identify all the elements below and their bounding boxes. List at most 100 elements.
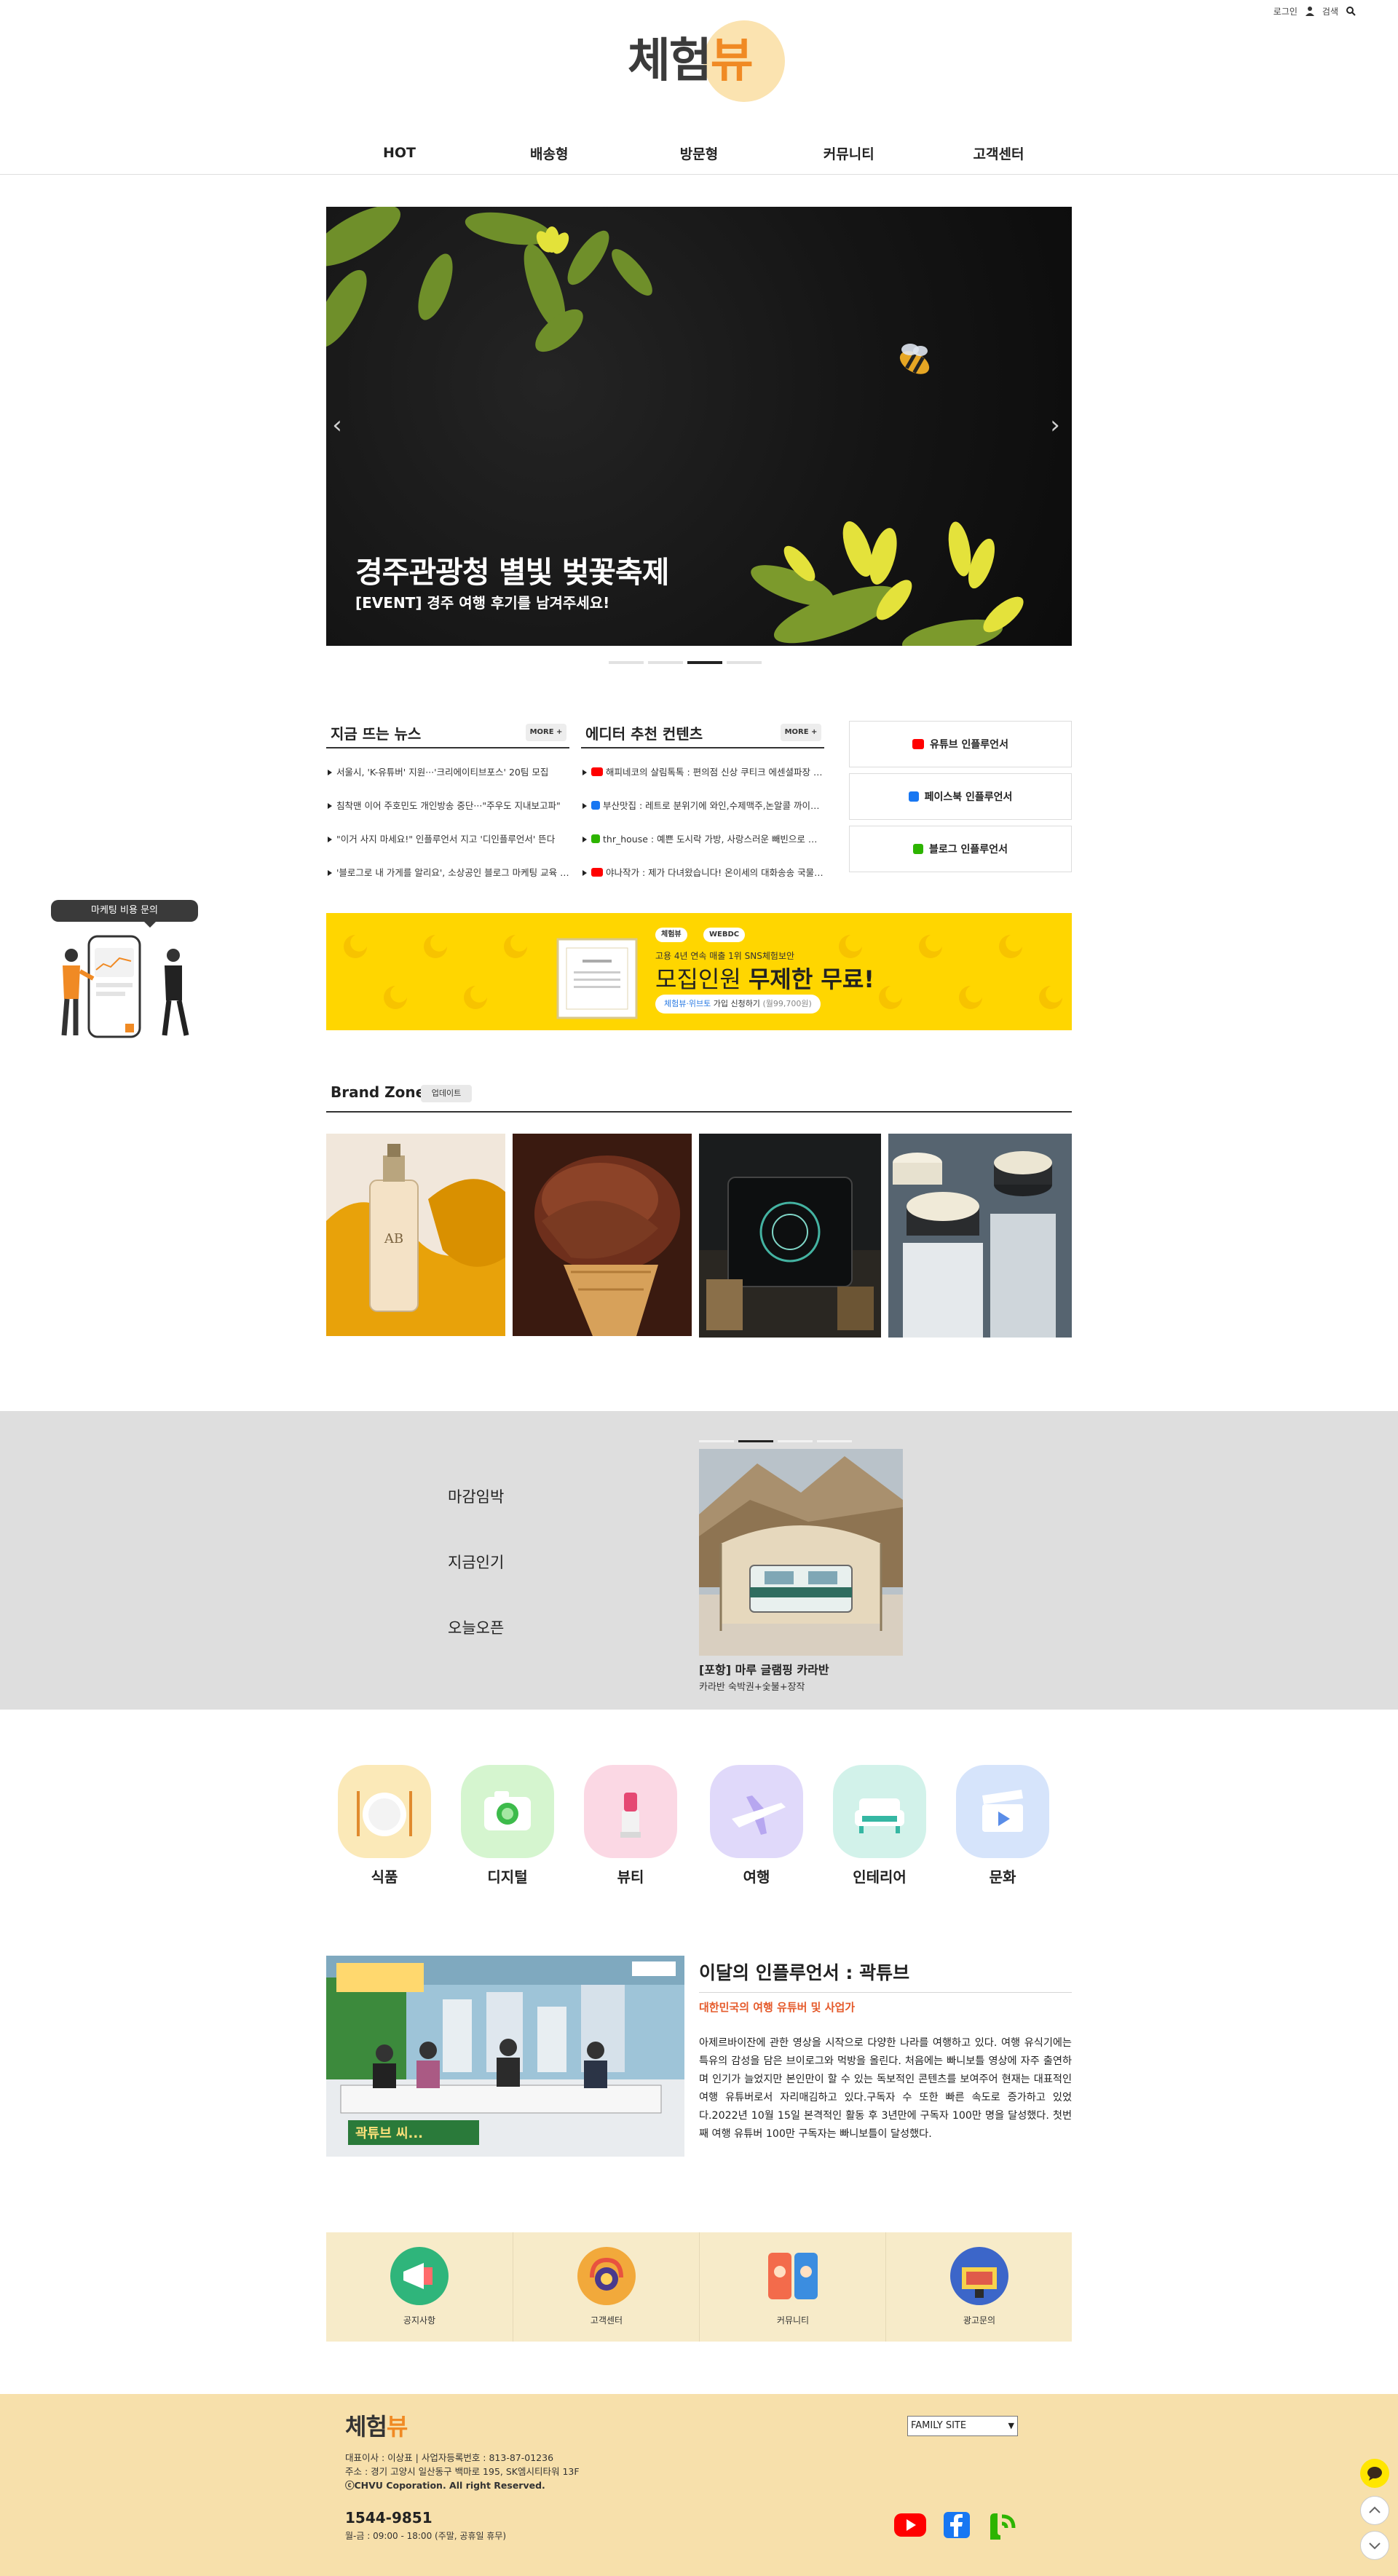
footer-copyright: ⓒCHVU Coporation. All right Reserved. xyxy=(345,2480,545,2491)
marketing-inquiry-label: 마케팅 비용 문의 xyxy=(51,900,198,928)
editor-item[interactable]: 야나작가 : 제가 다녀왔습니다! 온이세의 대화송송 국물요리 xyxy=(581,856,824,890)
footer-hours: 월-금 : 09:00 - 18:00 (주말, 공휴일 휴무) xyxy=(345,2531,507,2541)
banner-badge-chehumview: 체험뷰 xyxy=(655,928,687,942)
chevron-down-icon xyxy=(1369,2543,1381,2550)
category-label: 뷰티 xyxy=(617,1868,644,1886)
marketing-inquiry-float[interactable]: 마케팅 비용 문의 xyxy=(50,900,200,1043)
facebook-influencer-label: 페이스북 인플루언서 xyxy=(924,791,1013,803)
hero-prev-arrow[interactable]: ‹ xyxy=(326,403,348,447)
chat-icon xyxy=(1367,2467,1382,2481)
nav-item-delivery[interactable]: 배송형 xyxy=(475,143,624,163)
influencer-image-caption: 곽튜브 씨... xyxy=(355,2126,423,2141)
nav-item-hot[interactable]: HOT xyxy=(325,145,474,161)
quick-menu-ad[interactable]: 광고문의 xyxy=(885,2232,1072,2342)
camera-icon xyxy=(461,1765,554,1858)
banner-line1: 고용 4년 연속 매출 1위 SNS체험보안 xyxy=(655,951,795,961)
category-beauty[interactable]: 뷰티 xyxy=(584,1765,677,1886)
scroll-bottom-button[interactable] xyxy=(1360,2531,1389,2560)
hero-slider[interactable]: ‹ › 경주관광청 별빛 벚꽃축제 [EVENT] 경주 여행 후기를 남겨주세… xyxy=(326,207,1072,646)
quick-menu-label: 광고문의 xyxy=(963,2315,996,2326)
hero-dot[interactable] xyxy=(648,661,683,664)
facebook-influencer-button[interactable]: 페이스북 인플루언서 xyxy=(849,773,1072,820)
youtube-icon xyxy=(591,767,603,776)
nav-item-support[interactable]: 고객센터 xyxy=(924,143,1073,163)
login-link[interactable]: 로그인 xyxy=(1273,5,1298,17)
hero-dot[interactable] xyxy=(609,661,644,664)
hero-next-arrow[interactable]: › xyxy=(1044,403,1066,447)
facebook-icon[interactable] xyxy=(942,2510,971,2540)
banner-main: 모집인원 무제한 무료! xyxy=(655,961,874,995)
youtube-influencer-button[interactable]: 유튜브 인플루언서 xyxy=(849,721,1072,767)
editor-item[interactable]: 해피네코의 살림톡톡 : 편의점 신상 쿠티크 에센셜파장 리뷰 xyxy=(581,756,824,789)
brand-card-3[interactable] xyxy=(699,1134,881,1338)
family-site-select[interactable]: FAMILY SITE ▼ xyxy=(907,2416,1018,2436)
influencer-image[interactable]: 곽튜브 씨... xyxy=(326,1956,684,2157)
news-item[interactable]: 침착맨 이어 주호민도 개인방송 중단···"주우도 지내보고파" xyxy=(326,789,569,823)
user-icon[interactable] xyxy=(1305,6,1315,16)
logo-text-accent: 뷰 xyxy=(710,34,754,88)
tab-popular-now[interactable]: 지금인기 xyxy=(448,1551,504,1573)
brand-image-serum: AB xyxy=(326,1134,505,1336)
promo-banner[interactable]: 체험뷰 WEBDC 고용 4년 연속 매출 1위 SNS체험보안 모집인원 무제… xyxy=(326,913,1072,1030)
marketing-illustration xyxy=(61,935,189,1038)
lipstick-icon xyxy=(584,1765,677,1858)
category-digital[interactable]: 디지털 xyxy=(461,1765,554,1886)
youtube-icon[interactable] xyxy=(893,2510,928,2540)
footer-info-line: 대표이사 : 이상표 | 사업자등록번호 : 813-87-01236 xyxy=(345,2452,554,2463)
scroll-top-button[interactable] xyxy=(1360,2496,1389,2525)
category-food[interactable]: 식품 xyxy=(338,1765,431,1886)
hot-news-box: 지금 뜨는 뉴스 MORE + 서울시, 'K-유튜버' 지원···'크리에이티… xyxy=(326,719,569,890)
blog-influencer-button[interactable]: 블로그 인플루언서 xyxy=(849,826,1072,872)
news-item[interactable]: 서울시, 'K-유튜버' 지원···'크리에이티브포스' 20팀 모집 xyxy=(326,756,569,789)
featured-card-title[interactable]: [포항] 마루 글램핑 카라반 xyxy=(699,1660,829,1678)
top-utility-bar: 로그인 검색 xyxy=(1273,0,1356,22)
news-item[interactable]: '블로그로 내 가게를 알리요', 소상공인 블로그 마케팅 교육 진행 xyxy=(326,856,569,890)
airplane-icon xyxy=(710,1765,803,1858)
facebook-icon xyxy=(908,791,919,802)
hot-news-more-button[interactable]: MORE + xyxy=(526,724,566,741)
hero-dot[interactable] xyxy=(727,661,762,664)
quick-menu-support[interactable]: 고객센터 xyxy=(513,2232,699,2342)
editor-item[interactable]: 부산맛집 : 레트로 분위기에 와인,수제맥주,논알콜 까이까지 xyxy=(581,789,824,823)
featured-dot[interactable] xyxy=(778,1440,813,1442)
featured-dot-active[interactable] xyxy=(738,1440,773,1442)
blog-icon[interactable] xyxy=(984,2510,1016,2543)
search-link[interactable]: 검색 xyxy=(1322,5,1338,17)
news-item[interactable]: "이거 사지 마세요!" 인플루언서 지고 '디인플루언서' 뜬다 xyxy=(326,823,569,856)
featured-dot[interactable] xyxy=(699,1440,734,1442)
brand-image-device xyxy=(699,1134,881,1338)
quick-menu-notice[interactable]: 공지사항 xyxy=(326,2232,513,2342)
nav-item-visit[interactable]: 방문형 xyxy=(625,143,774,163)
brand-card-1[interactable]: AB xyxy=(326,1134,505,1336)
youtube-icon xyxy=(912,739,925,749)
brand-card-2[interactable] xyxy=(513,1134,692,1336)
featured-section: 마감임박 지금인기 오늘오픈 [포항] 마루 글램핑 카라반 카라반 숙박권+숯… xyxy=(0,1411,1398,1710)
editor-item[interactable]: thr_house : 예쁜 도시락 가방, 사랑스러운 빼빈으로 완성 xyxy=(581,823,824,856)
site-logo[interactable]: 체험뷰 xyxy=(628,20,794,102)
community-icon xyxy=(768,2253,818,2299)
brand-zone-header: Brand Zone 업데이트 xyxy=(326,1079,1072,1113)
category-culture[interactable]: 문화 xyxy=(956,1765,1049,1886)
brand-card-4[interactable] xyxy=(888,1134,1072,1338)
category-interior[interactable]: 인테리어 xyxy=(833,1765,926,1886)
tab-closing-soon[interactable]: 마감임박 xyxy=(448,1485,504,1507)
category-label: 식품 xyxy=(371,1868,398,1886)
chat-button[interactable] xyxy=(1360,2459,1389,2488)
blog-influencer-label: 블로그 인플루언서 xyxy=(929,844,1008,856)
footer-logo[interactable]: 체험뷰 xyxy=(345,2409,408,2442)
hero-dot-active[interactable] xyxy=(687,661,722,664)
logo-text-main: 체험 xyxy=(628,34,712,88)
nav-item-community[interactable]: 커뮤니티 xyxy=(774,143,923,163)
banner-cta[interactable]: 체험뷰·위브토 가입 신청하기 (월99,700원) xyxy=(655,995,821,1014)
header: 체험뷰 xyxy=(0,20,1398,108)
quick-menu-label: 커뮤니티 xyxy=(776,2315,810,2326)
search-icon[interactable] xyxy=(1346,6,1356,16)
featured-dot[interactable] xyxy=(817,1440,852,1442)
featured-card-image[interactable] xyxy=(699,1449,903,1656)
category-travel[interactable]: 여행 xyxy=(710,1765,803,1886)
editor-pick-more-button[interactable]: MORE + xyxy=(781,724,821,741)
clapper-icon xyxy=(956,1765,1049,1858)
hero-title: 경주관광청 별빛 벚꽃축제 xyxy=(355,555,669,590)
quick-menu-community[interactable]: 커뮤니티 xyxy=(699,2232,885,2342)
tab-open-today[interactable]: 오늘오픈 xyxy=(448,1616,504,1638)
